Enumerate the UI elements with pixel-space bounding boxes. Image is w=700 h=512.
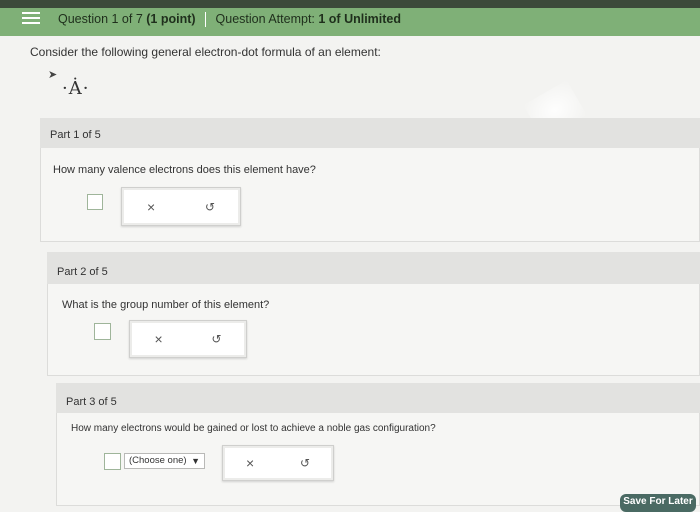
- top-bar: Question 1 of 7 (1 point) Question Attem…: [0, 0, 700, 36]
- part-3-answer-box[interactable]: [104, 453, 121, 470]
- part-3-select-value: (Choose one): [129, 455, 187, 466]
- part-3-header: Part 3 of 5: [56, 383, 700, 413]
- part-1-header: Part 1 of 5: [40, 118, 700, 148]
- part-1-clear-button[interactable]: ×: [147, 199, 155, 215]
- menu-icon[interactable]: [22, 12, 40, 26]
- part-2-question: What is the group number of this element…: [62, 299, 270, 311]
- part-3-question: How many electrons would be gained or lo…: [71, 423, 436, 434]
- part-2-action-box: × ↺: [129, 320, 247, 358]
- header-divider: [205, 12, 207, 28]
- part-3-action-box: × ↺: [222, 445, 334, 481]
- question-header: Question 1 of 7 (1 point) Question Attem…: [58, 12, 402, 28]
- part-2-clear-button[interactable]: ×: [154, 331, 162, 347]
- part-1-action-box: × ↺: [121, 187, 241, 226]
- cursor-icon: ➤: [48, 69, 58, 81]
- part-3-label: Part 3 of 5: [66, 396, 117, 408]
- save-for-later-button[interactable]: Save For Later: [620, 494, 696, 512]
- question-label: Question 1 of 7: [58, 12, 143, 26]
- points-label: (1 point): [146, 12, 196, 26]
- part-2-label: Part 2 of 5: [57, 266, 108, 278]
- attempt-value: 1 of Unlimited: [318, 12, 402, 26]
- part-1-undo-button[interactable]: ↺: [205, 200, 215, 214]
- electron-dot-formula: ·Ȧ·: [62, 78, 90, 99]
- part-1-answer-box[interactable]: [87, 194, 103, 210]
- part-1-label: Part 1 of 5: [50, 129, 101, 141]
- part-3-undo-button[interactable]: ↺: [300, 456, 310, 470]
- part-2-undo-button[interactable]: ↺: [212, 332, 222, 346]
- part-2-answer-box[interactable]: [94, 323, 111, 340]
- top-strip: [0, 0, 700, 8]
- part-3-select[interactable]: (Choose one) ▼: [124, 453, 205, 469]
- chevron-down-icon: ▼: [191, 456, 200, 466]
- attempt-label: Question Attempt:: [215, 12, 315, 26]
- intro-text: Consider the following general electron-…: [30, 45, 381, 59]
- part-1-question: How many valence electrons does this ele…: [53, 164, 316, 176]
- part-2-header: Part 2 of 5: [47, 252, 700, 284]
- part-3-clear-button[interactable]: ×: [246, 455, 254, 471]
